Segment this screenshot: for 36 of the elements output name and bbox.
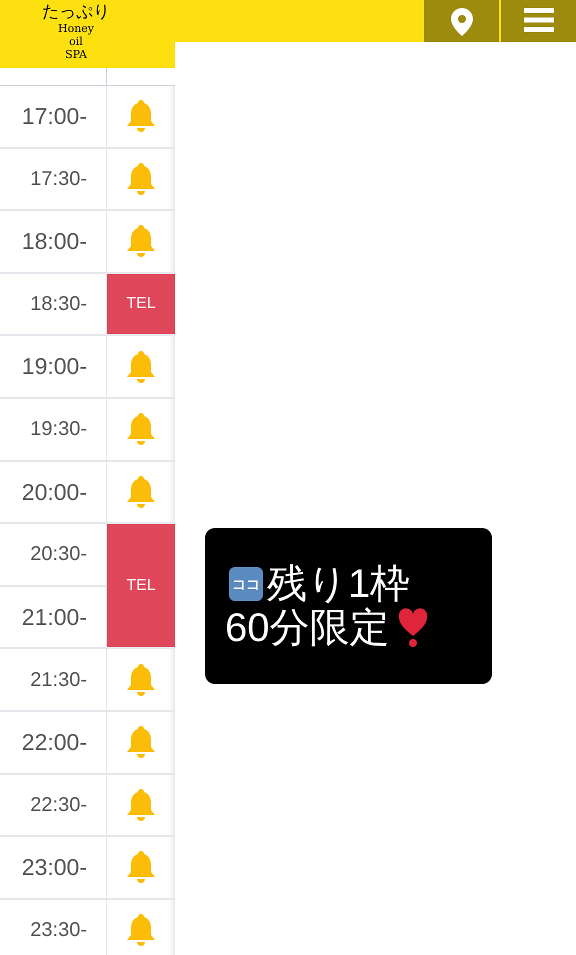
bell-cell[interactable] — [107, 148, 175, 212]
bell-icon — [126, 913, 156, 948]
bell-icon — [126, 224, 156, 258]
bell-cell[interactable] — [107, 712, 175, 775]
bell-icon — [126, 788, 156, 822]
heart-exclamation-icon — [398, 608, 428, 648]
bell-cell[interactable] — [107, 211, 175, 274]
bell-icon — [126, 162, 156, 196]
bell-cell[interactable] — [107, 336, 175, 399]
bell-cell[interactable] — [107, 837, 175, 900]
bell-icon — [126, 850, 156, 884]
bell-cell[interactable] — [107, 900, 175, 955]
bell-icon — [126, 474, 156, 509]
logo-text: Honey — [58, 22, 94, 35]
bell-icon — [126, 99, 156, 134]
notice-text: 残り1枠 — [267, 564, 410, 604]
bell-cell[interactable] — [107, 774, 175, 838]
bell-cell[interactable] — [107, 86, 175, 149]
bell-cell[interactable] — [107, 462, 175, 524]
logo[interactable]: たっぷり Honey oil SPA — [40, 2, 112, 61]
bell-icon — [126, 350, 156, 384]
logo-title: たっぷり — [42, 2, 110, 22]
tel-button[interactable]: TEL — [107, 524, 175, 650]
notice-text: 60分限定 — [225, 608, 390, 648]
time-cell: 21:00- — [0, 586, 107, 650]
logo-text: oil — [69, 35, 83, 48]
koko-badge: ココ — [229, 567, 263, 601]
tel-button[interactable]: TEL — [107, 274, 175, 336]
bell-icon — [126, 725, 156, 760]
logo-text: SPA — [65, 48, 87, 61]
bell-icon — [126, 412, 156, 446]
location-pin-icon — [450, 8, 472, 36]
bell-cell[interactable] — [107, 649, 175, 712]
bell-icon — [126, 662, 156, 697]
menu-icon — [524, 8, 554, 32]
bell-cell[interactable] — [107, 398, 175, 462]
